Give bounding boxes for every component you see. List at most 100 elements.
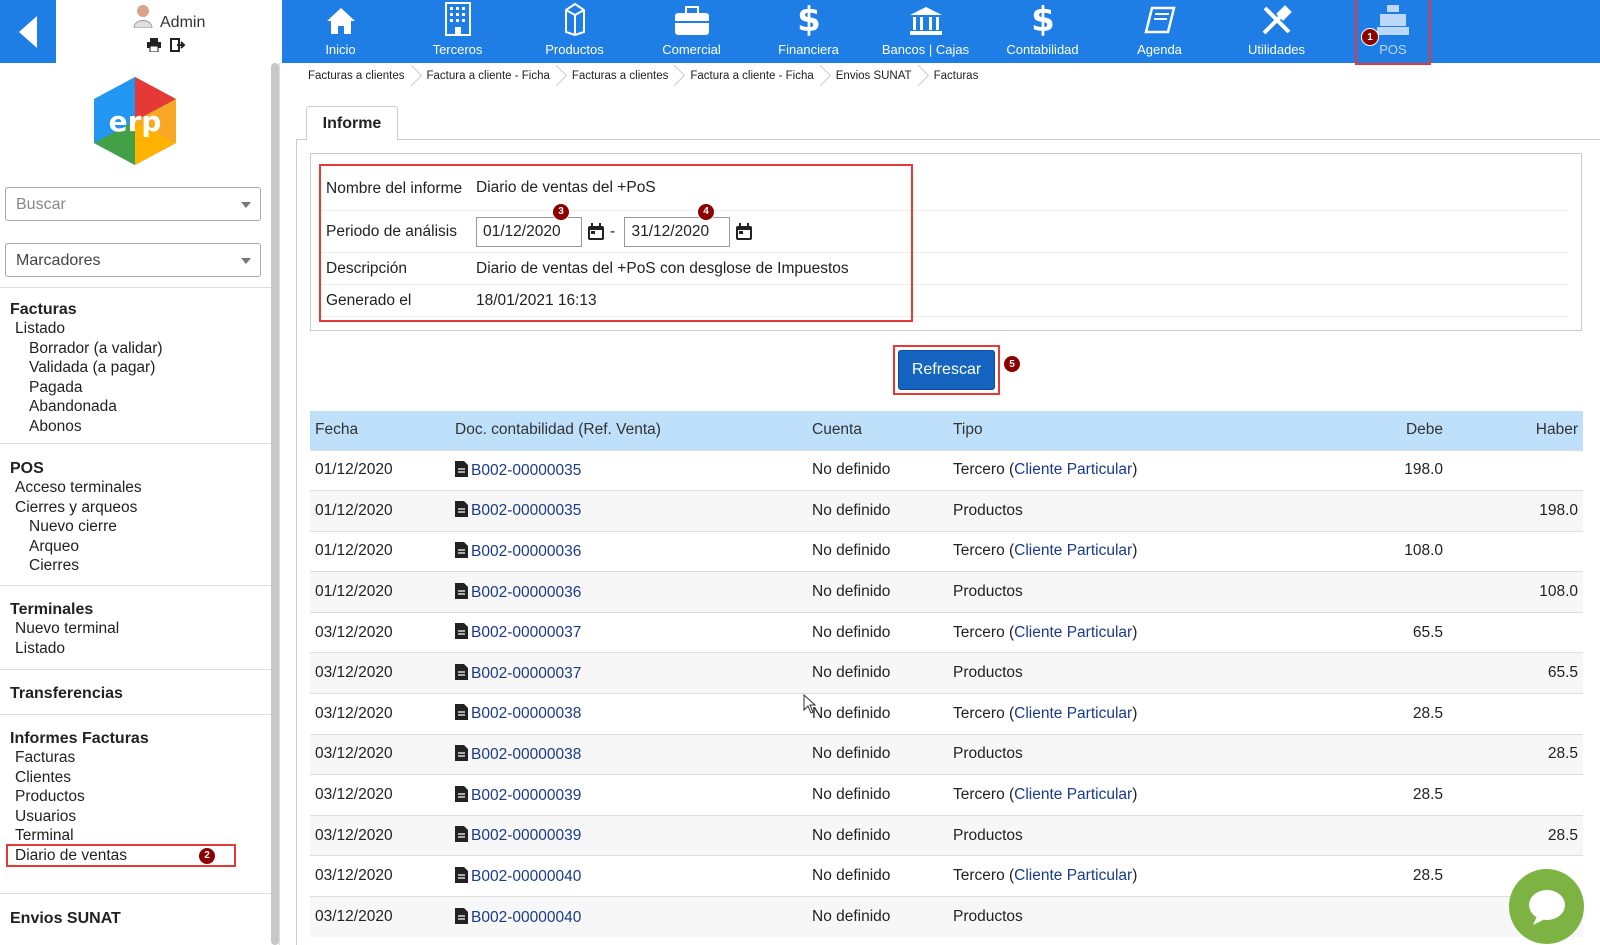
nav-inicio[interactable]: Inicio	[282, 0, 399, 63]
cell-debe: 65.5	[1308, 611, 1448, 653]
nav-label: Bancos | Cajas	[881, 42, 970, 57]
menu-item-abonos[interactable]: Abonos	[0, 417, 271, 437]
doc-link[interactable]: B002-00000036	[471, 543, 581, 560]
breadcrumb-item[interactable]: Envios SUNAT	[824, 65, 922, 87]
nav-financiera[interactable]: $ Financiera	[750, 0, 867, 63]
cell-debe	[1308, 733, 1448, 775]
nav-label: Contabilidad	[1006, 42, 1079, 57]
col-doc[interactable]: Doc. contabilidad (Ref. Venta)	[450, 411, 807, 450]
col-tipo[interactable]: Tipo	[948, 411, 1308, 450]
client-link[interactable]: Cliente Particular	[1014, 461, 1132, 478]
tipo-text: Tercero (	[953, 623, 1015, 641]
menu-title-pos[interactable]: POS	[0, 460, 271, 478]
sidebar-scrollbar[interactable]	[271, 63, 279, 945]
breadcrumb-item[interactable]: Facturas	[922, 65, 989, 87]
menu-title-envios[interactable]: Envios SUNAT	[0, 910, 271, 928]
client-link[interactable]: Cliente Particular	[1014, 624, 1132, 641]
menu-item-cierres[interactable]: Cierres	[0, 556, 271, 576]
cell-cuenta: No definido	[807, 490, 948, 532]
menu-facturas: Facturas Listado Borrador (a validar) Va…	[0, 287, 271, 436]
cell-cuenta: No definido	[807, 814, 948, 856]
building-icon	[444, 2, 471, 36]
doc-link[interactable]: B002-00000038	[471, 705, 581, 722]
nav-pos[interactable]: POS 1	[1355, 0, 1431, 65]
menu-item-nuevo-terminal[interactable]: Nuevo terminal	[0, 619, 271, 639]
client-link[interactable]: Cliente Particular	[1014, 542, 1132, 559]
menu-item-informe-facturas[interactable]: Facturas	[0, 748, 271, 768]
refresh-button[interactable]: Refrescar	[898, 350, 995, 390]
back-button[interactable]	[0, 0, 56, 63]
doc-link[interactable]: B002-00000039	[471, 827, 581, 844]
nav-label: Utilidades	[1247, 42, 1306, 57]
nav-utilidades[interactable]: Utilidades	[1218, 0, 1335, 63]
briefcase-icon	[674, 6, 709, 35]
col-fecha[interactable]: Fecha	[310, 411, 450, 450]
tab-informe[interactable]: Informe	[306, 106, 398, 140]
table-row: 03/12/2020 B002-00000037 No definido Tercer…	[310, 611, 1583, 653]
menu-title-terminales[interactable]: Terminales	[0, 601, 271, 619]
user-name[interactable]: Admin	[160, 14, 205, 32]
menu-item-nuevo-cierre[interactable]: Nuevo cierre	[0, 517, 271, 537]
cell-haber: 108.0	[1448, 571, 1583, 613]
cell-tipo: Productos	[948, 571, 1308, 613]
nav-contabilidad[interactable]: $ Contabilidad	[984, 0, 1101, 63]
breadcrumb-item[interactable]: Facturas a clientes	[560, 65, 679, 87]
client-link[interactable]: Cliente Particular	[1014, 867, 1132, 884]
menu-pos: POS Acceso terminales Cierres y arqueos …	[0, 443, 271, 576]
menu-item-abandonada[interactable]: Abandonada	[0, 397, 271, 417]
menu-item-informe-usuarios[interactable]: Usuarios	[0, 807, 271, 827]
client-link[interactable]: Cliente Particular	[1014, 786, 1132, 803]
cell-doc: B002-00000038	[450, 733, 807, 775]
breadcrumb: Facturas a clientes Factura a cliente - …	[296, 63, 988, 89]
cell-cuenta: No definido	[807, 571, 948, 613]
bookmarks-select[interactable]: Marcadores	[5, 243, 261, 277]
menu-title-transferencias[interactable]: Transferencias	[0, 685, 271, 703]
avatar-icon[interactable]	[132, 4, 154, 28]
doc-link[interactable]: B002-00000036	[471, 584, 581, 601]
col-debe[interactable]: Debe	[1308, 411, 1448, 450]
document-icon	[455, 541, 468, 558]
menu-item-cierres-arqueos[interactable]: Cierres y arqueos	[0, 498, 271, 518]
nav-agenda[interactable]: Agenda	[1101, 0, 1218, 63]
menu-item-borrador[interactable]: Borrador (a validar)	[0, 339, 271, 359]
doc-link[interactable]: B002-00000035	[471, 462, 581, 479]
doc-link[interactable]: B002-00000039	[471, 787, 581, 804]
menu-item-informe-productos[interactable]: Productos	[0, 787, 271, 807]
menu-title-informes[interactable]: Informes Facturas	[0, 730, 271, 748]
breadcrumb-item[interactable]: Facturas a clientes	[296, 65, 415, 87]
doc-link[interactable]: B002-00000040	[471, 909, 581, 926]
refresh-highlight: Refrescar 5	[893, 345, 1021, 395]
breadcrumb-item[interactable]: Factura a cliente - Ficha	[415, 65, 560, 87]
print-icon[interactable]	[146, 38, 162, 52]
nav-bancos-cajas[interactable]: Bancos | Cajas	[867, 0, 984, 63]
doc-link[interactable]: B002-00000037	[471, 665, 581, 682]
breadcrumb-item[interactable]: Factura a cliente - Ficha	[678, 65, 823, 87]
client-link[interactable]: Cliente Particular	[1014, 705, 1132, 722]
menu-item-validada[interactable]: Validada (a pagar)	[0, 358, 271, 378]
logout-icon[interactable]	[170, 38, 186, 52]
col-cuenta[interactable]: Cuenta	[807, 411, 948, 450]
menu-item-informe-clientes[interactable]: Clientes	[0, 768, 271, 788]
menu-item-pagada[interactable]: Pagada	[0, 378, 271, 398]
nav-terceros[interactable]: Terceros	[399, 0, 516, 63]
menu-item-listado[interactable]: Listado	[0, 319, 271, 339]
cell-tipo: Tercero (Cliente Particular)	[948, 611, 1308, 653]
menu-item-diario-ventas[interactable]: Diario de ventas 2	[6, 843, 236, 867]
doc-link[interactable]: B002-00000040	[471, 868, 581, 885]
cell-fecha: 01/12/2020	[310, 530, 450, 572]
cell-fecha: 01/12/2020	[310, 571, 450, 613]
search-select[interactable]: Buscar	[5, 187, 261, 221]
menu-item-informe-terminal[interactable]: Terminal	[0, 826, 271, 846]
dollar-icon: $	[797, 2, 821, 36]
doc-link[interactable]: B002-00000035	[471, 502, 581, 519]
nav-comercial[interactable]: Comercial	[633, 0, 750, 63]
doc-link[interactable]: B002-00000038	[471, 746, 581, 763]
menu-item-acceso-terminales[interactable]: Acceso terminales	[0, 478, 271, 498]
col-haber[interactable]: Haber	[1448, 411, 1583, 450]
doc-link[interactable]: B002-00000037	[471, 624, 581, 641]
nav-productos[interactable]: Productos	[516, 0, 633, 63]
menu-item-listado-terminales[interactable]: Listado	[0, 639, 271, 659]
menu-item-arqueo[interactable]: Arqueo	[0, 537, 271, 557]
menu-title-facturas[interactable]: Facturas	[0, 301, 271, 319]
chat-button[interactable]	[1509, 869, 1584, 944]
